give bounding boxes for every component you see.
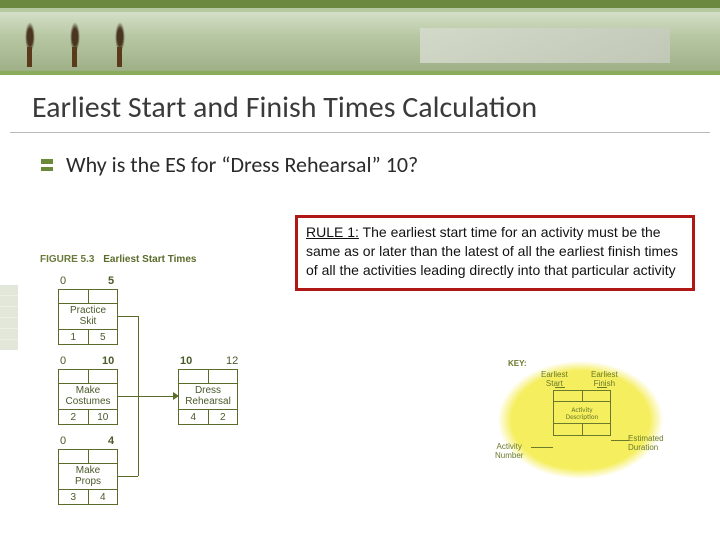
key-desc-label: Activity Description — [554, 402, 610, 424]
a1-dur: 5 — [88, 330, 118, 344]
activity-box-practice-skit: Practice Skit 1 5 — [58, 289, 118, 345]
connector — [138, 396, 178, 397]
connector — [118, 476, 138, 477]
header-banner — [0, 0, 720, 75]
banner-building — [420, 28, 670, 63]
a4-dur: 2 — [208, 410, 238, 424]
a3-name: Make Props — [59, 464, 117, 490]
key-pointer — [555, 387, 565, 388]
activity-box-make-costumes: Make Costumes 2 10 — [58, 369, 118, 425]
arrow-right-icon — [173, 392, 179, 400]
palm-tree-icon — [105, 22, 135, 67]
activity-box-dress-rehearsal: Dress Rehearsal 4 2 — [178, 369, 238, 425]
a2-name: Make Costumes — [59, 384, 117, 410]
connector — [138, 316, 139, 396]
slide-title: Earliest Start and Finish Times Calculat… — [10, 75, 710, 133]
key-box: Activity Description — [553, 390, 611, 436]
a4-es: 10 — [180, 355, 192, 367]
rule-box: RULE 1: The earliest start time for an a… — [295, 215, 695, 291]
rule-label: RULE 1: — [306, 224, 359, 240]
a1-num: 1 — [59, 330, 88, 344]
a1-es: 0 — [60, 275, 66, 287]
network-diagram: 0 5 Practice Skit 1 5 0 10 Make Costumes… — [40, 275, 300, 520]
activity-box-make-props: Make Props 3 4 — [58, 449, 118, 505]
key-pointer — [597, 387, 607, 388]
figure-caption-text: Earliest Start Times — [103, 254, 196, 265]
slide-side-decor — [0, 285, 20, 350]
question-line: Why is the ES for “Dress Rehearsal” 10? — [0, 133, 720, 178]
a1-name: Practice Skit — [59, 304, 117, 330]
key-estdur-label: Estimated Duration — [628, 435, 664, 453]
a3-num: 3 — [59, 490, 88, 504]
a1-ef: 5 — [108, 275, 114, 287]
key-pointer — [531, 447, 553, 448]
key-es-label: Earliest Start — [541, 371, 568, 389]
key-title: KEY: — [508, 360, 527, 369]
a2-num: 2 — [59, 410, 88, 424]
figure-number: FIGURE 5.3 — [40, 254, 94, 265]
a4-num: 4 — [179, 410, 208, 424]
a2-dur: 10 — [88, 410, 118, 424]
rule-text: The earliest start time for an activity … — [306, 224, 678, 278]
a3-ef: 4 — [108, 435, 114, 447]
connector — [138, 396, 139, 476]
a2-ef: 10 — [102, 355, 114, 367]
key-legend: KEY: Earliest Start Earliest Finish Acti… — [463, 335, 698, 505]
palm-tree-icon — [60, 22, 90, 67]
palm-tree-icon — [15, 22, 45, 67]
key-pointer — [611, 440, 629, 441]
connector — [118, 316, 138, 317]
key-actnum-label: Activity Number — [495, 443, 523, 461]
a4-ef: 12 — [226, 355, 238, 367]
key-ef-label: Earliest Finish — [591, 371, 618, 389]
a3-es: 0 — [60, 435, 66, 447]
question-text: Why is the ES for “Dress Rehearsal” 10? — [66, 151, 418, 178]
figure-caption: FIGURE 5.3 Earliest Start Times — [40, 254, 196, 265]
a3-dur: 4 — [88, 490, 118, 504]
a4-name: Dress Rehearsal — [179, 384, 237, 410]
bullet-icon — [40, 158, 54, 172]
a2-es: 0 — [60, 355, 66, 367]
